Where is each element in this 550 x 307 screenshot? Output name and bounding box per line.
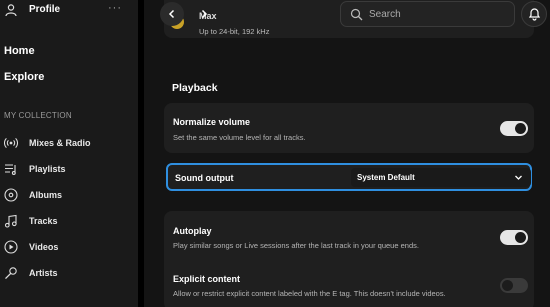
sidebar-item-label: Tracks — [29, 216, 58, 226]
video-play-icon — [4, 240, 18, 254]
playback-section-title: Playback — [172, 82, 218, 94]
sound-output-row[interactable]: Sound output System Default — [166, 163, 532, 191]
sound-output-select[interactable]: System Default — [351, 168, 531, 187]
chevron-left-icon — [168, 9, 175, 19]
back-button[interactable] — [160, 2, 184, 26]
my-collection-header: MY COLLECTION — [4, 111, 72, 120]
profile-avatar-icon — [5, 4, 17, 17]
sidebar-item-videos[interactable]: Videos — [0, 238, 138, 258]
album-disc-icon — [4, 188, 18, 202]
sound-output-title: Sound output — [175, 173, 234, 183]
sidebar-item-label: Playlists — [29, 164, 66, 174]
normalize-volume-toggle[interactable] — [500, 121, 528, 136]
settings-main: Max Up to 24-bit, 192 kHz Playback Norma… — [144, 0, 550, 307]
chevron-right-icon — [201, 9, 208, 19]
music-note-icon — [4, 214, 17, 228]
sidebar-item-playlists[interactable]: Playlists — [0, 160, 138, 180]
sound-output-value: System Default — [357, 173, 415, 182]
search-input[interactable] — [369, 7, 509, 21]
autoplay-description: Play similar songs or Live sessions afte… — [173, 241, 419, 250]
explicit-content-description: Allow or restrict explicit content label… — [173, 289, 446, 298]
nav-home[interactable]: Home — [4, 45, 35, 57]
normalize-volume-title: Normalize volume — [173, 117, 251, 127]
profile-row[interactable]: Profile ··· — [0, 0, 138, 22]
notifications-button[interactable] — [521, 1, 547, 27]
autoplay-toggle[interactable] — [500, 230, 528, 245]
search-box[interactable] — [340, 1, 515, 27]
autoplay-explicit-card: Autoplay Play similar songs or Live sess… — [164, 211, 534, 307]
explicit-content-toggle[interactable] — [500, 278, 528, 293]
autoplay-title: Autoplay — [173, 226, 212, 236]
sidebar: Profile ··· Home Explore MY COLLECTION M… — [0, 0, 138, 307]
playlist-icon — [5, 164, 16, 175]
toggle-knob — [502, 280, 513, 291]
explicit-content-title: Explicit content — [173, 274, 241, 284]
microphone-icon — [5, 267, 17, 280]
sidebar-item-label: Albums — [29, 190, 63, 200]
search-icon — [350, 8, 363, 21]
toggle-knob — [515, 123, 526, 134]
forward-button[interactable] — [192, 2, 216, 26]
sidebar-item-label: Videos — [29, 242, 59, 252]
sidebar-item-mixes-radio[interactable]: Mixes & Radio — [0, 134, 138, 154]
sidebar-item-albums[interactable]: Albums — [0, 186, 138, 206]
more-options-icon[interactable]: ··· — [108, 2, 122, 14]
toggle-knob — [515, 232, 526, 243]
sidebar-item-artists[interactable]: Artists — [0, 264, 138, 284]
nav-explore[interactable]: Explore — [4, 71, 44, 83]
radio-waves-icon — [4, 138, 18, 148]
sidebar-item-label: Mixes & Radio — [29, 138, 91, 148]
normalize-volume-card: Normalize volume Set the same volume lev… — [164, 103, 534, 153]
chevron-down-icon — [515, 175, 522, 180]
sidebar-item-tracks[interactable]: Tracks — [0, 212, 138, 232]
profile-label: Profile — [29, 4, 61, 15]
quality-subtitle: Up to 24-bit, 192 kHz — [199, 27, 270, 36]
sidebar-item-label: Artists — [29, 268, 58, 278]
normalize-volume-description: Set the same volume level for all tracks… — [173, 133, 306, 142]
bell-icon — [528, 8, 541, 21]
